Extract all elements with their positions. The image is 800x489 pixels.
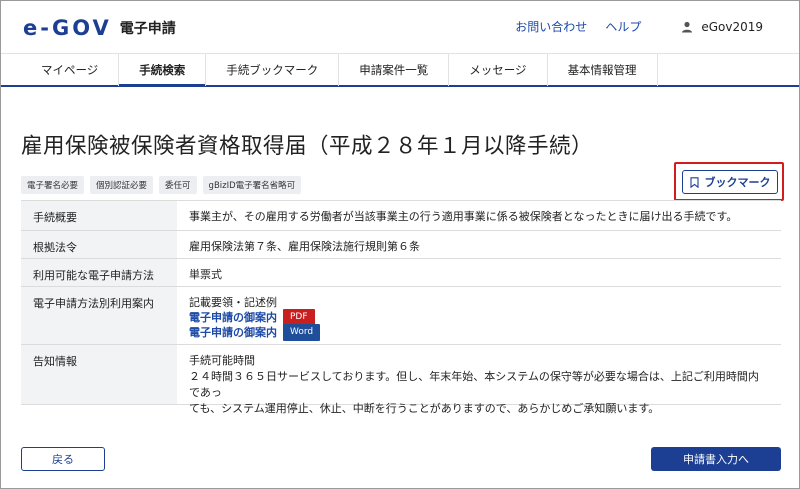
guide-heading: 記載要領・記述例 [189,296,277,309]
bookmark-icon [689,176,699,188]
page-frame: e-GOV 電子申請 お問い合わせ ヘルプ eGov2019 マイページ 手続検… [0,0,800,489]
row-value: 単票式 [189,268,222,281]
table-row: 告知情報 手続可能時間 ２４時間３６５日サービスしております。但し、年末年始、本… [21,345,781,415]
tag-gbizid: gBizID電子署名省略可 [202,176,302,194]
row-value: 手続可能時間 ２４時間３６５日サービスしております。但し、年末年始、本システムの… [177,345,781,415]
back-label: 戻る [52,453,74,466]
tab-label: メッセージ [469,63,527,77]
back-button[interactable]: 戻る [21,447,105,471]
tab-procedure-search[interactable]: 手続検索 [119,54,207,87]
row-header: 根拠法令 [21,231,177,258]
table-row: 電子申請方法別利用案内 記載要領・記述例 電子申請の御案内 PDF 電子申請の御… [21,287,781,345]
contact-link[interactable]: お問い合わせ [515,18,587,35]
logo-mark: e-GOV [23,16,112,40]
notice-heading: 手続可能時間 [189,354,255,367]
apply-label: 申請書入力へ [683,453,749,466]
apply-form-button[interactable]: 申請書入力へ [651,447,781,471]
main-nav: マイページ 手続検索 手続ブックマーク 申請案件一覧 メッセージ 基本情報管理 [1,53,799,87]
bookmark-label: ブックマーク [704,176,771,189]
tab-messages[interactable]: メッセージ [449,54,548,86]
notice-text-line2: ても、システム運用停止、休止、中断を行うことがありますので、あらかじめご承知願い… [189,402,660,415]
guide-word-line: 電子申請の御案内 Word [189,324,769,341]
word-badge[interactable]: Word [283,324,321,341]
help-link[interactable]: ヘルプ [605,18,641,35]
row-value: 雇用保険法第７条、雇用保険法施行規則第６条 [189,240,420,253]
header-links: お問い合わせ ヘルプ eGov2019 [515,18,763,35]
tab-label: マイページ [41,63,99,77]
procedure-tags: 電子署名必要 個別認証必要 委任可 gBizID電子署名省略可 [21,176,307,194]
row-header: 手続概要 [21,201,177,230]
user-menu[interactable]: eGov2019 [681,20,763,34]
page-title: 雇用保険被保険者資格取得届（平成２８年１月以降手続） [21,134,594,159]
tab-label: 手続検索 [139,63,186,77]
tag-delegation: 委任可 [159,176,197,194]
tab-application-list[interactable]: 申請案件一覧 [339,54,450,86]
row-header: 電子申請方法別利用案内 [21,287,177,344]
egov-logo[interactable]: e-GOV 電子申請 [23,16,176,40]
tag-signature-required: 電子署名必要 [21,176,85,194]
table-row: 根拠法令 雇用保険法第７条、雇用保険法施行規則第６条 [21,231,781,259]
tag-individual-auth: 個別認証必要 [90,176,154,194]
guide-pdf-line: 電子申請の御案内 PDF [189,309,769,326]
tab-basic-info[interactable]: 基本情報管理 [548,54,658,86]
procedure-details-table: 手続概要 事業主が、その雇用する労働者が当該事業主の行う適用事業に係る被保険者と… [21,200,781,415]
row-value: 記載要領・記述例 電子申請の御案内 PDF 電子申請の御案内 Word [177,287,781,344]
user-name: eGov2019 [701,19,763,34]
site-header: e-GOV 電子申請 お問い合わせ ヘルプ eGov2019 [1,1,799,53]
tab-label: 基本情報管理 [567,63,637,77]
bookmark-button[interactable]: ブックマーク [682,170,778,194]
tab-mypage[interactable]: マイページ [21,54,120,86]
user-icon [682,21,693,32]
row-value: 事業主が、その雇用する労働者が当該事業主の行う適用事業に係る被保険者となったとき… [189,210,738,223]
tab-label: 手続ブックマーク [226,63,319,77]
row-header: 告知情報 [21,345,177,404]
tab-label: 申請案件一覧 [359,63,429,77]
logo-subtitle: 電子申請 [119,21,176,37]
tab-procedure-bookmark[interactable]: 手続ブックマーク [206,54,340,86]
notice-text-line1: ２４時間３６５日サービスしております。但し、年末年始、本システムの保守等が必要な… [189,370,759,399]
guide-pdf-link[interactable]: 電子申請の御案内 [189,310,277,325]
row-header: 利用可能な電子申請方法 [21,259,177,286]
guide-word-link[interactable]: 電子申請の御案内 [189,325,277,340]
table-row: 利用可能な電子申請方法 単票式 [21,259,781,287]
table-row: 手続概要 事業主が、その雇用する労働者が当該事業主の行う適用事業に係る被保険者と… [21,201,781,231]
